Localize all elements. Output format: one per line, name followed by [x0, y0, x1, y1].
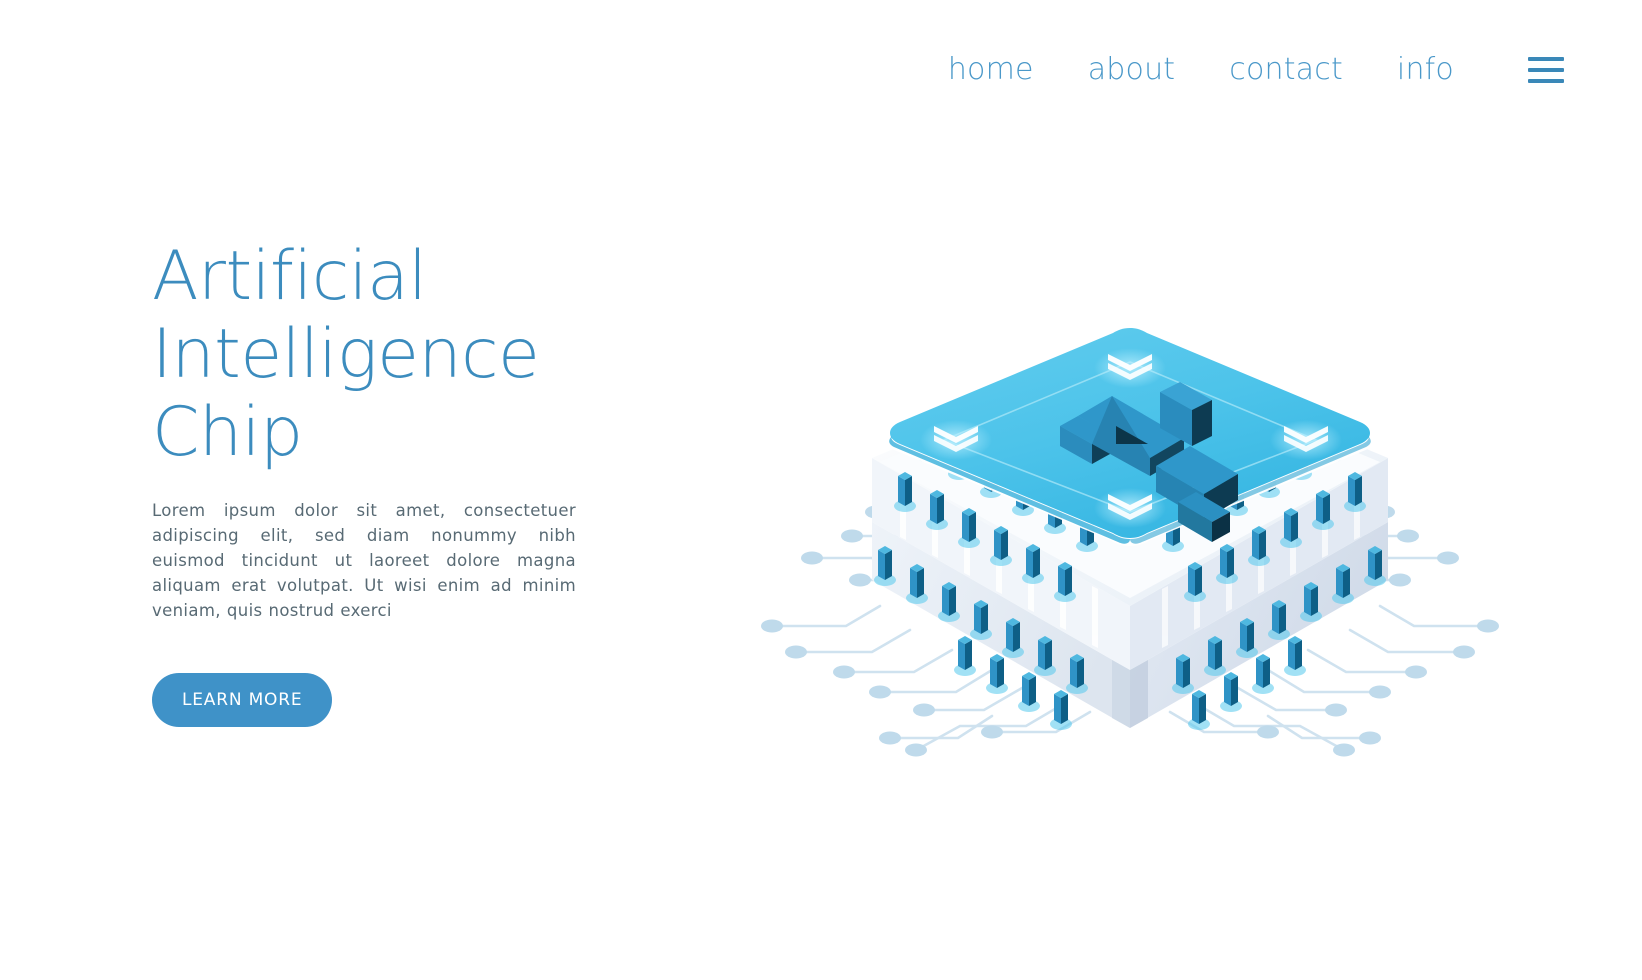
- hamburger-bar-1: [1528, 57, 1564, 61]
- isometric-ai-chip-illustration: [760, 250, 1500, 790]
- nav-link-home[interactable]: home: [921, 48, 1061, 92]
- landing-page: home about contact info Artificial Intel…: [0, 0, 1642, 980]
- hamburger-bar-3: [1528, 79, 1564, 83]
- hamburger-menu-icon[interactable]: [1528, 57, 1564, 83]
- hero-section: Artificial Intelligence Chip Lorem ipsum…: [152, 238, 582, 727]
- hamburger-bar-2: [1528, 68, 1564, 72]
- top-navigation: home about contact info: [921, 48, 1564, 92]
- nav-link-info[interactable]: info: [1370, 48, 1481, 92]
- hero-paragraph: Lorem ipsum dolor sit amet, consectetuer…: [152, 501, 576, 620]
- nav-link-about[interactable]: about: [1061, 48, 1203, 92]
- learn-more-button[interactable]: LEARN MORE: [152, 673, 333, 727]
- page-title: Artificial Intelligence Chip: [152, 237, 540, 472]
- nav-link-contact[interactable]: contact: [1202, 48, 1370, 92]
